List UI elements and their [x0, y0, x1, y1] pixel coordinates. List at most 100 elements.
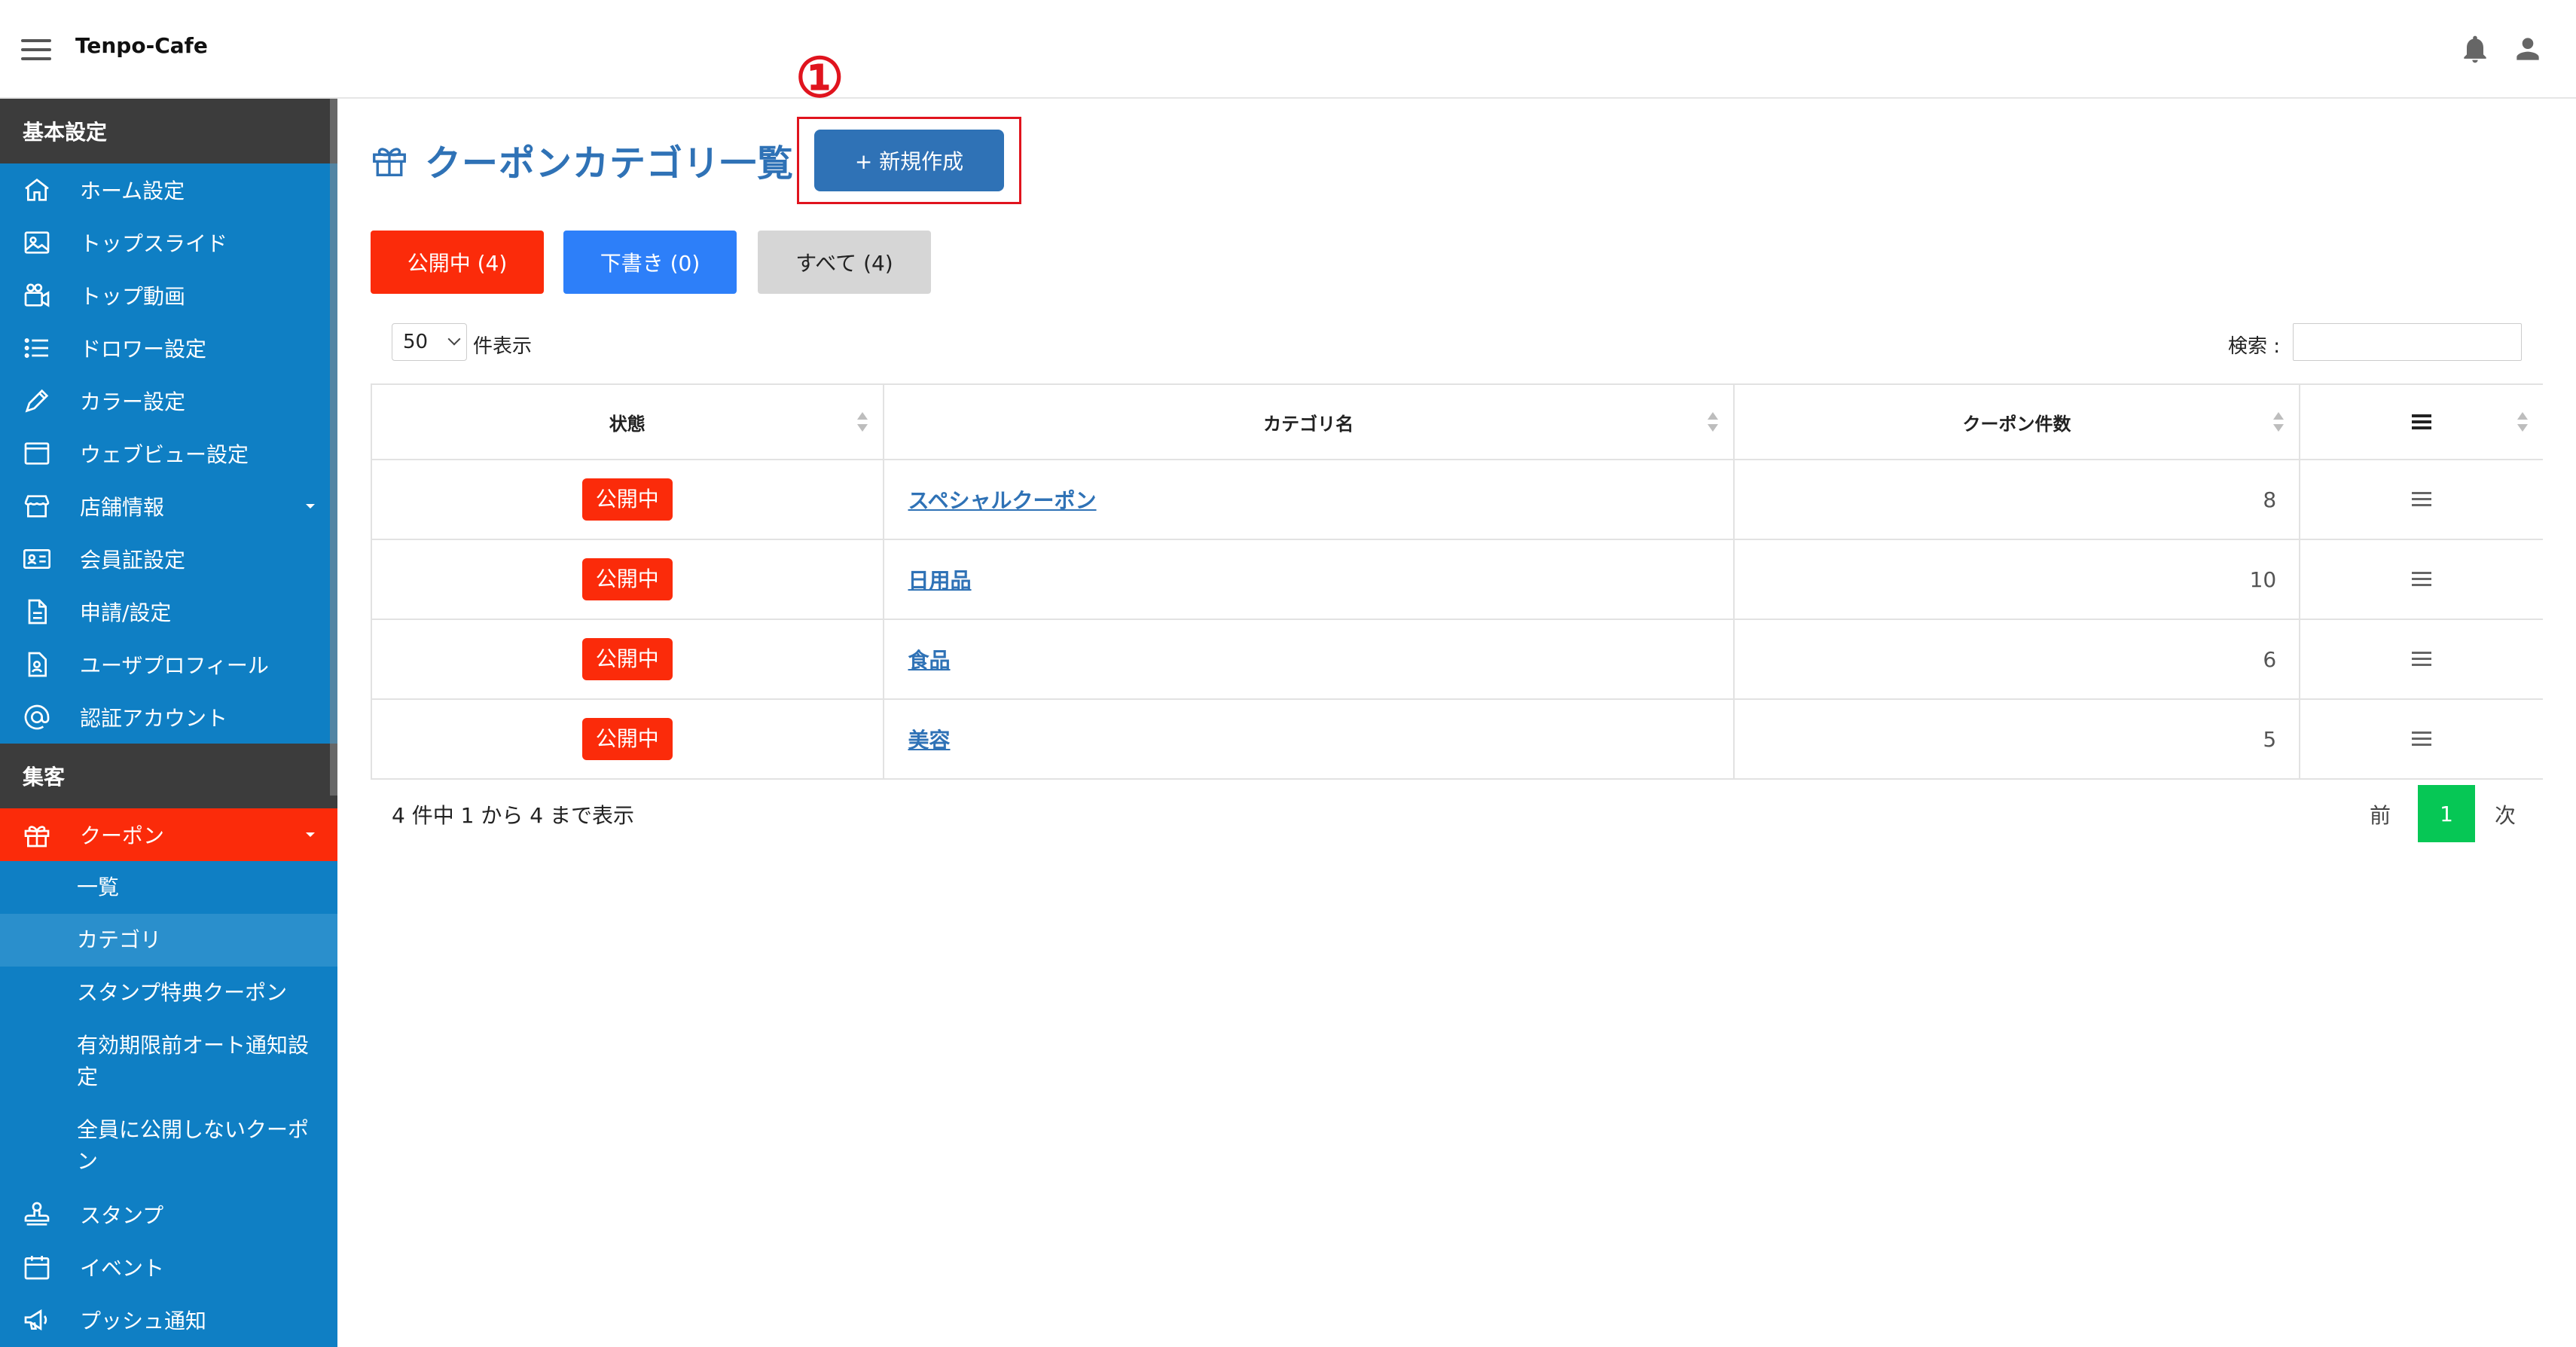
sidebar-item-label: 店舗情報 — [80, 495, 165, 520]
category-link[interactable]: 食品 — [908, 644, 951, 674]
sidebar-item-label: イベント — [80, 1256, 165, 1281]
order-cell — [2300, 540, 2543, 620]
sidebar-item-label: トップ動画 — [80, 284, 186, 309]
column-header-coupon-count[interactable]: クーポン件数 — [1734, 385, 2301, 460]
category-table: 状態 カテゴリ名 クーポン件数 公開中 スペシャルクーポン 8 公開中 日用品 … — [371, 383, 2544, 780]
image-icon — [20, 225, 54, 260]
bell-icon[interactable] — [2458, 32, 2492, 66]
pencil-icon — [20, 383, 54, 418]
sidebar-item-event[interactable]: イベント — [0, 1241, 337, 1294]
highlight-frame: + 新規作成 — [797, 117, 1021, 204]
sidebar-subitem-stamp-coupon[interactable]: スタンプ特典クーポン — [0, 967, 337, 1019]
main-content: クーポンカテゴリ一覧 ① + 新規作成 公開中 (4) 下書き (0) すべて … — [337, 47, 2576, 1347]
order-cell — [2300, 620, 2543, 700]
drag-handle-icon[interactable] — [2412, 652, 2432, 667]
user-icon[interactable] — [2511, 32, 2544, 66]
sidebar-item-coupon[interactable]: クーポン — [0, 808, 337, 861]
top-bar: Tenpo-Cafe — [0, 0, 2576, 99]
sidebar-item-member-card[interactable]: 会員証設定 — [0, 533, 337, 585]
page-length-select[interactable]: 50 — [392, 323, 467, 361]
sidebar-item-drawer-settings[interactable]: ドロワー設定 — [0, 322, 337, 374]
video-camera-icon — [20, 278, 54, 313]
status-cell: 公開中 — [372, 620, 884, 700]
list-icon — [20, 331, 54, 365]
order-cell — [2300, 700, 2543, 780]
category-link[interactable]: スペシャルクーポン — [908, 484, 1097, 515]
page-length-label: 件表示 — [473, 335, 533, 358]
sidebar-item-push-notification[interactable]: プッシュ通知 — [0, 1294, 337, 1346]
count-cell: 6 — [1734, 620, 2301, 700]
sidebar-item-label: 認証アカウント — [80, 706, 228, 731]
column-header-label: カテゴリ名 — [1263, 413, 1354, 435]
sidebar-item-label: スタンプ — [80, 1203, 164, 1228]
count-cell: 10 — [1734, 540, 2301, 620]
status-badge: 公開中 — [581, 718, 673, 760]
chevron-down-icon — [447, 332, 461, 346]
drag-handle-icon[interactable] — [2412, 572, 2432, 587]
sidebar-item-auth-account[interactable]: 認証アカウント — [0, 691, 337, 744]
name-cell: 美容 — [884, 700, 1735, 780]
column-header-status[interactable]: 状態 — [372, 385, 884, 460]
sidebar-item-label: 会員証設定 — [80, 548, 186, 573]
megaphone-icon — [20, 1303, 54, 1337]
drag-handle-icon[interactable] — [2412, 732, 2432, 747]
name-cell: スペシャルクーポン — [884, 460, 1735, 540]
sidebar-section-basic: 基本設定 — [0, 99, 337, 163]
sort-icon — [2516, 412, 2529, 435]
hamburger-menu-icon[interactable] — [21, 39, 51, 60]
document-icon — [20, 594, 54, 629]
new-create-button[interactable]: + 新規作成 — [814, 130, 1004, 191]
sidebar-subitem-category[interactable]: カテゴリ — [0, 914, 337, 967]
page-header: クーポンカテゴリ一覧 — [369, 126, 794, 194]
column-header-label: 状態 — [609, 413, 646, 435]
sidebar-item-label: クーポン — [80, 823, 165, 848]
sidebar-subitem-private-coupon[interactable]: 全員に公開しないクーポン — [0, 1104, 337, 1188]
category-link[interactable]: 日用品 — [908, 564, 972, 594]
sidebar-item-store-info[interactable]: 店舗情報 — [0, 480, 337, 533]
pagination-next[interactable]: 次 — [2495, 799, 2516, 829]
gift-icon — [373, 148, 406, 176]
filter-published-button[interactable]: 公開中 (4) — [371, 231, 544, 294]
sidebar-section-marketing: 集客 — [0, 744, 337, 808]
category-link[interactable]: 美容 — [908, 724, 951, 754]
sidebar-item-label: カラー設定 — [80, 389, 186, 414]
table-row: 公開中 食品 6 — [372, 620, 2543, 700]
sidebar-item-top-slide[interactable]: トップスライド — [0, 216, 337, 269]
sidebar-item-color-settings[interactable]: カラー設定 — [0, 374, 337, 427]
sort-icon — [2272, 412, 2285, 435]
sidebar-item-stamp[interactable]: スタンプ — [0, 1188, 337, 1241]
browser-window-icon — [20, 436, 54, 471]
brand-name: Tenpo-Cafe — [75, 33, 208, 58]
column-header-category-name[interactable]: カテゴリ名 — [884, 385, 1735, 460]
status-badge: 公開中 — [581, 558, 673, 600]
sidebar-subitem-auto-notify[interactable]: 有効期限前オート通知設定 — [0, 1019, 337, 1104]
chevron-down-icon — [306, 832, 315, 837]
calendar-icon — [20, 1250, 54, 1284]
sidebar-item-label: ユーザプロフィール — [80, 653, 269, 678]
sidebar-item-home-settings[interactable]: ホーム設定 — [0, 163, 337, 216]
sidebar-item-label: ウェブビュー設定 — [80, 442, 249, 467]
order-cell — [2300, 460, 2543, 540]
filter-all-button[interactable]: すべて (4) — [758, 231, 931, 294]
stamp-icon — [20, 1197, 54, 1232]
sidebar-item-application[interactable]: 申請/設定 — [0, 585, 337, 638]
page-length-value: 50 — [403, 331, 429, 353]
status-badge: 公開中 — [581, 478, 673, 521]
home-icon — [20, 173, 54, 207]
drag-handle-icon — [2412, 414, 2432, 429]
status-cell: 公開中 — [372, 700, 884, 780]
id-card-icon — [20, 542, 54, 576]
column-header-order[interactable] — [2300, 385, 2544, 460]
sidebar-item-top-video[interactable]: トップ動画 — [0, 269, 337, 322]
sidebar-item-webview-settings[interactable]: ウェブビュー設定 — [0, 427, 337, 480]
pagination-page-1[interactable]: 1 — [2418, 785, 2475, 842]
pagination-prev[interactable]: 前 — [2370, 799, 2391, 829]
store-icon — [20, 489, 54, 524]
sidebar-subitem-coupon-list[interactable]: 一覧 — [0, 861, 337, 914]
search-input[interactable] — [2293, 323, 2522, 361]
sidebar-item-label: ホーム設定 — [80, 179, 185, 203]
column-header-label: クーポン件数 — [1962, 413, 2071, 435]
filter-draft-button[interactable]: 下書き (0) — [563, 231, 737, 294]
sidebar-item-user-profile[interactable]: ユーザプロフィール — [0, 638, 337, 691]
drag-handle-icon[interactable] — [2412, 492, 2432, 507]
